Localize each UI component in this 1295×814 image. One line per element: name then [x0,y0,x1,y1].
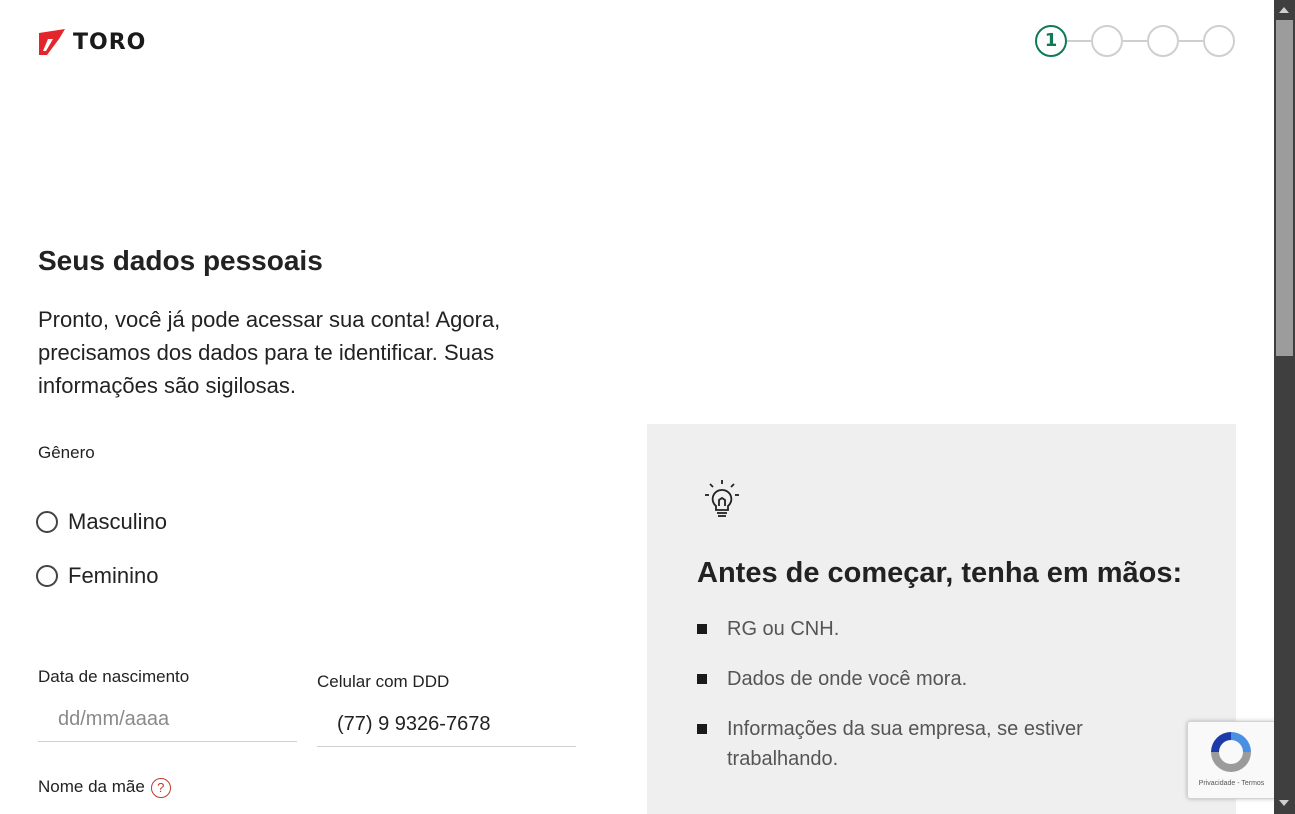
page-title: Seus dados pessoais [38,245,323,276]
gender-label: Gênero [38,443,95,462]
step-4 [1203,25,1235,57]
tips-list: RG ou CNH. Dados de onde você mora. Info… [697,614,1107,794]
step-connector [1123,40,1147,42]
step-1: 1 [1035,25,1067,57]
mother-name-label: Nome da mãe? [38,777,171,798]
list-item: Informações da sua empresa, se estiver t… [697,714,1107,774]
step-3 [1147,25,1179,57]
birth-date-input[interactable] [38,698,297,742]
radio-label: Masculino [68,509,168,534]
scroll-down-icon[interactable] [1279,800,1289,806]
scroll-up-icon[interactable] [1279,7,1289,13]
question-icon[interactable]: ? [150,777,171,798]
tips-title: Antes de começar, tenha em mãos: [697,557,1183,589]
bullet-icon [697,674,707,684]
list-item: RG ou CNH. [697,614,1107,644]
recaptcha-badge[interactable]: Privacidade - Termos [1187,721,1276,799]
scrollbar[interactable] [1274,0,1295,814]
radio-circle[interactable] [36,511,58,533]
radio-label: Feminino [68,563,159,588]
brand-name: TORO [73,29,147,55]
toro-logo[interactable]: TORO [39,29,146,55]
birth-date-label: Data de nascimento [38,667,190,686]
list-item-text: Informações da sua empresa, se estiver t… [727,718,1083,770]
bullet-icon [697,724,707,734]
progress-stepper: 1 [1035,25,1237,57]
mother-name-label-text: Nome da mãe [38,777,145,796]
step-connector [1067,40,1091,42]
lightbulb-icon [705,480,739,517]
step-2 [1091,25,1123,57]
recaptcha-links[interactable]: Privacidade - Termos [1188,780,1275,787]
radio-circle[interactable] [36,565,58,587]
phone-input[interactable] [317,703,576,747]
phone-label: Celular com DDD [317,672,450,691]
intro-text: Pronto, você já pode acessar sua conta! … [38,307,501,398]
recaptcha-icon [1211,732,1251,772]
scroll-thumb[interactable] [1276,20,1293,356]
step-connector [1179,40,1203,42]
list-item: Dados de onde você mora. [697,664,1107,694]
list-item-text: RG ou CNH. [727,618,840,640]
radio-masculino[interactable]: Masculino [36,509,167,535]
list-item-text: Dados de onde você mora. [727,668,968,690]
tips-panel: Antes de começar, tenha em mãos: RG ou C… [647,424,1236,814]
toro-logo-icon [39,29,65,55]
bullet-icon [697,624,707,634]
radio-feminino[interactable]: Feminino [36,563,158,589]
